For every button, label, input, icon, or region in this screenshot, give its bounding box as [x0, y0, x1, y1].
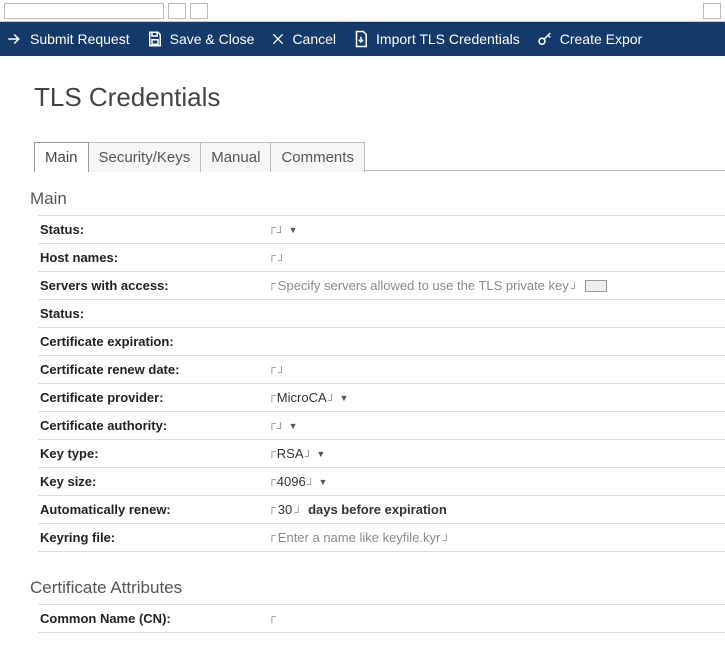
value-cert-provider[interactable]: MicroCA ▼ [268, 390, 725, 405]
save-icon [146, 30, 164, 48]
auto-renew-suffix: days before expiration [308, 502, 447, 517]
keyring-placeholder: Enter a name like keyfile.kyr [278, 530, 441, 545]
row-cert-authority: Certificate authority: ▼ [38, 412, 725, 440]
tab-strip: Main Security/Keys Manual Comments [34, 141, 725, 171]
section-main-title: Main [30, 189, 725, 209]
section-cert-attrs-title: Certificate Attributes [30, 578, 725, 598]
row-status-2: Status: [38, 300, 725, 328]
label-keyring-file: Keyring file: [38, 530, 268, 545]
legacy-toolbar [0, 0, 725, 22]
row-hostnames: Host names: [38, 244, 725, 272]
tab-security-keys[interactable]: Security/Keys [88, 142, 202, 172]
chevron-down-icon: ▼ [289, 225, 298, 235]
servers-placeholder: Specify servers allowed to use the TLS p… [278, 278, 569, 293]
action-bar: Submit Request Save & Close Cancel Impor… [0, 22, 725, 56]
row-cert-expiration: Certificate expiration: [38, 328, 725, 356]
row-keyring-file: Keyring file: Enter a name like keyfile.… [38, 524, 725, 552]
submit-label: Submit Request [30, 31, 130, 47]
chevron-down-icon: ▼ [319, 477, 328, 487]
label-status-2: Status: [38, 306, 268, 321]
main-fields: Status: ▼ Host names: Servers with acces… [38, 215, 725, 552]
value-keyring-file[interactable]: Enter a name like keyfile.kyr [268, 530, 725, 545]
tab-comments-label: Comments [281, 149, 354, 166]
submit-icon [6, 30, 24, 48]
section-cert-attrs: Certificate Attributes Common Name (CN): [30, 578, 725, 633]
create-export-label: Create Expor [560, 31, 642, 47]
auto-renew-value: 30 [278, 502, 292, 517]
chevron-down-icon: ▼ [339, 393, 348, 403]
tab-manual[interactable]: Manual [200, 142, 271, 172]
row-servers: Servers with access: Specify servers all… [38, 272, 725, 300]
import-icon [352, 30, 370, 48]
import-tls-action[interactable]: Import TLS Credentials [352, 30, 520, 48]
tab-main[interactable]: Main [34, 142, 89, 172]
tab-main-label: Main [45, 149, 78, 166]
key-icon [536, 30, 554, 48]
row-common-name: Common Name (CN): [38, 605, 725, 633]
legacy-input[interactable] [4, 3, 164, 19]
value-key-type[interactable]: RSA ▼ [268, 446, 725, 461]
value-auto-renew[interactable]: 30 days before expiration [268, 502, 725, 517]
legacy-button-3[interactable] [703, 3, 721, 19]
close-icon [270, 31, 286, 47]
label-cert-renew-date: Certificate renew date: [38, 362, 268, 377]
chevron-down-icon: ▼ [316, 449, 325, 459]
value-status-1[interactable]: ▼ [268, 224, 725, 236]
row-auto-renew: Automatically renew: 30 days before expi… [38, 496, 725, 524]
page-title: TLS Credentials [34, 82, 725, 113]
label-cert-expiration: Certificate expiration: [38, 334, 268, 349]
submit-request-action[interactable]: Submit Request [6, 30, 130, 48]
value-key-size[interactable]: 4096 ▼ [268, 474, 725, 489]
row-key-type: Key type: RSA ▼ [38, 440, 725, 468]
row-cert-renew-date: Certificate renew date: [38, 356, 725, 384]
value-cert-authority[interactable]: ▼ [268, 420, 725, 432]
chevron-down-icon: ▼ [289, 421, 298, 431]
tab-security-label: Security/Keys [99, 149, 191, 166]
label-key-type: Key type: [38, 446, 268, 461]
label-auto-renew: Automatically renew: [38, 502, 268, 517]
label-status-1: Status: [38, 222, 268, 237]
label-servers: Servers with access: [38, 278, 268, 293]
row-key-size: Key size: 4096 ▼ [38, 468, 725, 496]
value-hostnames[interactable] [268, 252, 725, 264]
key-size-value: 4096 [277, 474, 306, 489]
value-servers[interactable]: Specify servers allowed to use the TLS p… [268, 278, 725, 293]
cert-attr-fields: Common Name (CN): [38, 604, 725, 633]
cert-provider-value: MicroCA [277, 390, 327, 405]
label-key-size: Key size: [38, 474, 268, 489]
row-cert-provider: Certificate provider: MicroCA ▼ [38, 384, 725, 412]
value-common-name[interactable] [268, 613, 725, 625]
value-cert-renew-date[interactable] [268, 364, 725, 376]
page-body: TLS Credentials Main Security/Keys Manua… [0, 56, 725, 633]
label-cert-authority: Certificate authority: [38, 418, 268, 433]
cancel-action[interactable]: Cancel [270, 31, 336, 47]
legacy-button-1[interactable] [168, 3, 186, 19]
tab-manual-label: Manual [211, 149, 260, 166]
legacy-button-2[interactable] [190, 3, 208, 19]
create-export-action[interactable]: Create Expor [536, 30, 642, 48]
key-type-value: RSA [277, 446, 304, 461]
servers-picker-button[interactable] [585, 280, 607, 292]
label-hostnames: Host names: [38, 250, 268, 265]
cancel-label: Cancel [292, 31, 336, 47]
label-cert-provider: Certificate provider: [38, 390, 268, 405]
row-status-1: Status: ▼ [38, 216, 725, 244]
import-tls-label: Import TLS Credentials [376, 31, 520, 47]
save-close-label: Save & Close [170, 31, 255, 47]
save-close-action[interactable]: Save & Close [146, 30, 255, 48]
section-main: Main Status: ▼ Host names: Servers with … [30, 189, 725, 552]
tab-comments[interactable]: Comments [270, 142, 365, 172]
label-common-name: Common Name (CN): [38, 611, 268, 626]
